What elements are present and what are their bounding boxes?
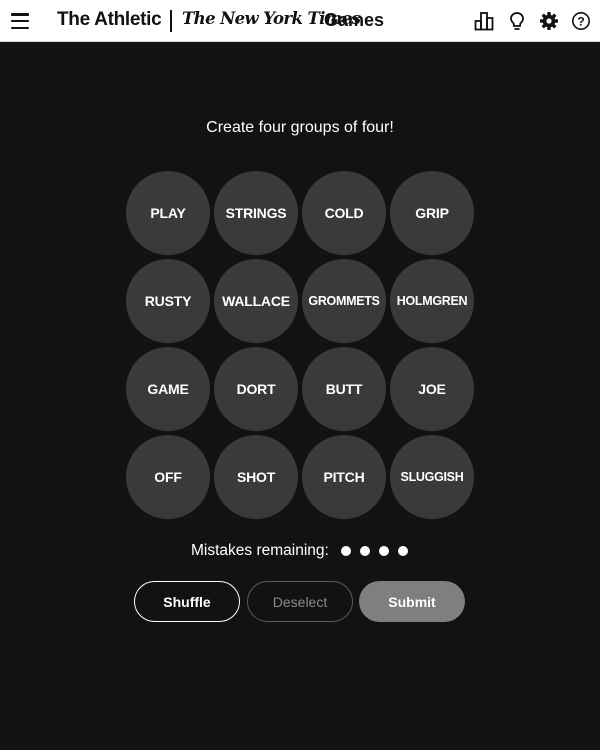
word-tile[interactable]: STRINGS <box>214 171 298 255</box>
brand-divider <box>170 10 172 32</box>
word-tile[interactable]: GROMMETS <box>302 259 386 343</box>
word-tile[interactable]: WALLACE <box>214 259 298 343</box>
word-tile[interactable]: COLD <box>302 171 386 255</box>
word-tile[interactable]: DORT <box>214 347 298 431</box>
settings-gear-icon[interactable] <box>539 11 559 31</box>
top-bar: The Athletic The New York Times Games ? <box>0 0 600 42</box>
word-tile[interactable]: BUTT <box>302 347 386 431</box>
mistakes-label: Mistakes remaining: <box>191 542 329 559</box>
word-tile[interactable]: PITCH <box>302 435 386 519</box>
mistakes-indicator: Mistakes remaining: <box>191 541 408 561</box>
word-tile[interactable]: HOLMGREN <box>390 259 474 343</box>
word-tile[interactable]: GAME <box>126 347 210 431</box>
word-tile[interactable]: RUSTY <box>126 259 210 343</box>
game-prompt: Create four groups of four! <box>206 119 394 136</box>
svg-text:?: ? <box>577 15 584 29</box>
word-tile[interactable]: JOE <box>390 347 474 431</box>
mistake-dots <box>340 546 408 556</box>
hamburger-menu-icon[interactable] <box>11 13 29 29</box>
mistake-dot <box>340 546 351 556</box>
hint-lightbulb-icon[interactable] <box>507 11 527 31</box>
word-tile[interactable]: PLAY <box>126 171 210 255</box>
leaderboard-icon[interactable] <box>474 11 494 31</box>
word-tile[interactable]: SHOT <box>214 435 298 519</box>
deselect-button[interactable]: Deselect <box>247 581 353 622</box>
mistake-dot <box>378 546 389 556</box>
athletic-logo[interactable]: The Athletic <box>57 9 162 31</box>
submit-button[interactable]: Submit <box>359 581 465 622</box>
help-question-icon[interactable]: ? <box>571 11 591 31</box>
word-tile[interactable]: SLUGGISH <box>390 435 474 519</box>
games-label: Games <box>324 10 385 30</box>
word-tile[interactable]: OFF <box>126 435 210 519</box>
shuffle-button[interactable]: Shuffle <box>134 581 240 622</box>
mistake-dot <box>397 546 408 556</box>
word-tile[interactable]: GRIP <box>390 171 474 255</box>
mistake-dot <box>359 546 370 556</box>
